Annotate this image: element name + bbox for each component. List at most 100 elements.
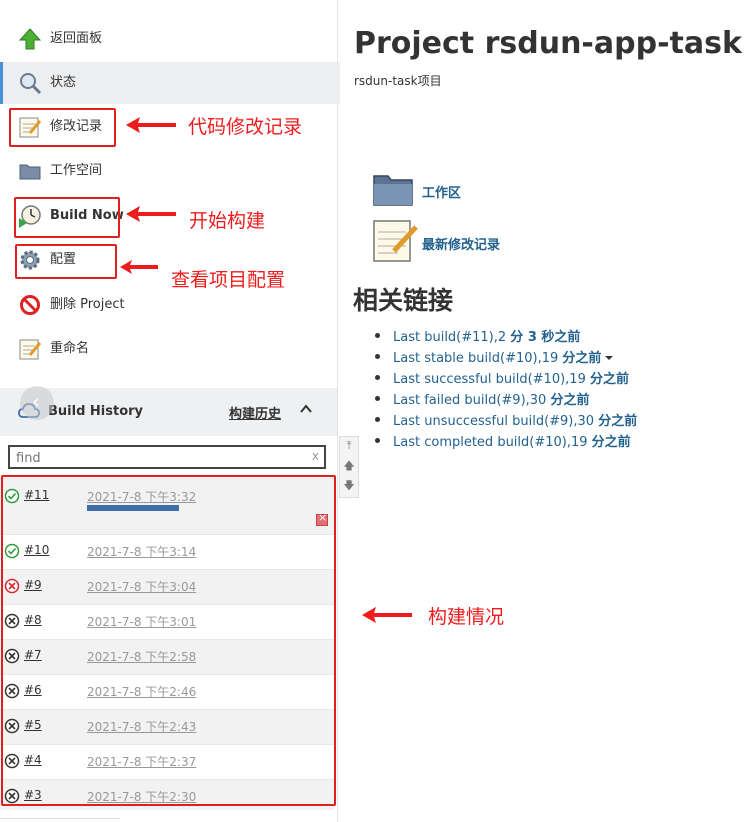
table-row: #11 2021-7-8 下午3:32: [0, 478, 334, 535]
permalink-text[interactable]: Last build(#11),2: [393, 330, 510, 345]
build-number-link[interactable]: #5: [24, 718, 42, 732]
annotation-label: 构建情况: [428, 606, 505, 628]
up-arrow-icon: [18, 28, 42, 50]
sidebar-item-label: 工作空间: [50, 163, 103, 178]
permalink-time: 分之前: [550, 393, 590, 408]
sidebar-item-workspace[interactable]: 工作空间: [0, 150, 337, 192]
permalink-text[interactable]: Last completed build(#10),19: [393, 435, 592, 450]
build-date-link[interactable]: 2021-7-8 下午3:14: [87, 543, 196, 560]
aborted-icon: [4, 753, 20, 769]
permalink-last-failed-build[interactable]: Last failed build(#9),30 分之前: [372, 389, 637, 410]
notepad-icon: [19, 117, 42, 138]
scroll-up-icon[interactable]: 🡅: [342, 459, 356, 473]
notepad-icon: [373, 220, 418, 262]
annotation-label: 开始构建: [189, 210, 266, 232]
permalink-time: 分之前: [562, 351, 602, 366]
build-number-link[interactable]: #4: [24, 753, 42, 767]
permalink-last-stable-build[interactable]: Last stable build(#10),19 分之前: [372, 347, 637, 368]
scroll-down-icon[interactable]: 🡇: [342, 479, 356, 493]
permalinks-list: Last build(#11),2 分 3 秒之前 Last stable bu…: [372, 326, 637, 452]
aborted-icon: [4, 683, 20, 699]
table-row: #4 2021-7-8 下午2:37: [0, 744, 334, 780]
annotation-arrow: [126, 206, 176, 222]
divider: [0, 818, 120, 819]
sidebar-item-label: 删除 Project: [50, 297, 125, 312]
table-row: #9 2021-7-8 下午3:04: [0, 569, 334, 605]
aborted-icon: [4, 718, 20, 734]
dropdown-caret-icon[interactable]: [605, 356, 614, 360]
failed-icon: [4, 578, 20, 594]
build-date-link[interactable]: 2021-7-8 下午2:30: [87, 788, 196, 805]
project-description: rsdun-task项目: [354, 74, 442, 88]
build-number-link[interactable]: #11: [24, 488, 49, 502]
permalink-last-build[interactable]: Last build(#11),2 分 3 秒之前: [372, 326, 637, 347]
permalink-text[interactable]: Last failed build(#9),30: [393, 393, 550, 408]
build-number-link[interactable]: #6: [24, 683, 42, 697]
related-links-heading: 相关链接: [353, 286, 454, 315]
no-entry-icon: [20, 295, 40, 315]
build-date-link[interactable]: 2021-7-8 下午2:46: [87, 683, 196, 700]
build-number-link[interactable]: #9: [24, 578, 42, 592]
build-number-link[interactable]: #3: [24, 788, 42, 802]
sidebar-item-label: 状态: [50, 75, 77, 90]
sidebar-item-label: Build Now: [50, 208, 124, 223]
workspace-link[interactable]: 工作区: [422, 182, 461, 201]
page-title: Project rsdun-app-task: [354, 26, 742, 61]
build-progress-bar: [87, 505, 179, 511]
build-number-link[interactable]: #10: [24, 543, 49, 557]
table-row: #5 2021-7-8 下午2:43: [0, 709, 334, 745]
sidebar-item-back-to-dashboard[interactable]: 返回面板: [0, 18, 337, 60]
build-date-link[interactable]: 2021-7-8 下午3:01: [87, 613, 196, 630]
clock-play-icon: [19, 205, 41, 228]
permalink-text[interactable]: Last stable build(#10),19: [393, 351, 562, 366]
build-number-link[interactable]: #7: [24, 648, 42, 662]
build-history-title: Build History: [48, 404, 144, 419]
build-history-trend-link[interactable]: 构建历史: [229, 403, 281, 422]
stop-build-icon[interactable]: [316, 511, 328, 526]
permalink-last-unsuccessful-build[interactable]: Last unsuccessful build(#9),30 分之前: [372, 410, 637, 431]
table-row: #7 2021-7-8 下午2:58: [0, 639, 334, 675]
clear-search-icon[interactable]: x: [312, 449, 319, 463]
permalink-last-successful-build[interactable]: Last successful build(#10),19 分之前: [372, 368, 637, 389]
build-search-box[interactable]: x: [8, 445, 326, 469]
permalink-text[interactable]: Last unsuccessful build(#9),30: [393, 414, 598, 429]
permalink-time: 分之前: [589, 372, 629, 387]
annotation-label: 查看项目配置: [171, 269, 286, 291]
build-date-link[interactable]: 2021-7-8 下午3:32: [87, 488, 196, 505]
notepad-icon: [19, 339, 42, 360]
folder-icon: [19, 164, 41, 180]
permalink-time: 分之前: [598, 414, 638, 429]
build-date-link[interactable]: 2021-7-8 下午2:37: [87, 753, 196, 770]
permalink-last-completed-build[interactable]: Last completed build(#10),19 分之前: [372, 431, 637, 452]
build-date-link[interactable]: 2021-7-8 下午2:43: [87, 718, 196, 735]
success-icon: [4, 543, 20, 559]
chevron-left-icon: ‹: [32, 391, 40, 413]
aborted-icon: [4, 648, 20, 664]
table-row: #6 2021-7-8 下午2:46: [0, 674, 334, 710]
sidebar-item-rename[interactable]: 重命名: [0, 328, 337, 370]
permalink-text[interactable]: Last successful build(#10),19: [393, 372, 590, 387]
scroll-top-icon[interactable]: ⤒: [342, 439, 356, 453]
build-date-link[interactable]: 2021-7-8 下午3:04: [87, 578, 196, 595]
history-scroll-tools: ⤒ 🡅 🡇: [339, 436, 359, 498]
chevron-up-icon[interactable]: [299, 402, 313, 416]
build-date-link[interactable]: 2021-7-8 下午2:58: [87, 648, 196, 665]
recent-changes-link[interactable]: 最新修改记录: [422, 234, 500, 253]
sidebar-item-configure[interactable]: 配置: [0, 239, 337, 281]
sidebar-item-status[interactable]: 状态: [0, 62, 340, 104]
build-number-link[interactable]: #8: [24, 613, 42, 627]
table-row: #8 2021-7-8 下午3:01: [0, 604, 334, 640]
permalink-time: 分 3 秒之前: [510, 330, 581, 345]
magnifier-icon: [20, 73, 42, 95]
permalink-time: 分之前: [591, 435, 631, 450]
annotation-arrow: [120, 260, 158, 274]
back-circle-button[interactable]: ‹: [20, 386, 54, 420]
table-row: #3 2021-7-8 下午2:30: [0, 779, 334, 810]
annotation-arrow: [126, 117, 176, 133]
table-row: #10 2021-7-8 下午3:14: [0, 534, 334, 570]
annotation-label: 代码修改记录: [188, 116, 303, 138]
folder-icon: [373, 175, 413, 206]
aborted-icon: [4, 613, 20, 629]
sidebar-item-delete-project[interactable]: 删除 Project: [0, 284, 337, 326]
build-search-input[interactable]: [14, 449, 308, 467]
